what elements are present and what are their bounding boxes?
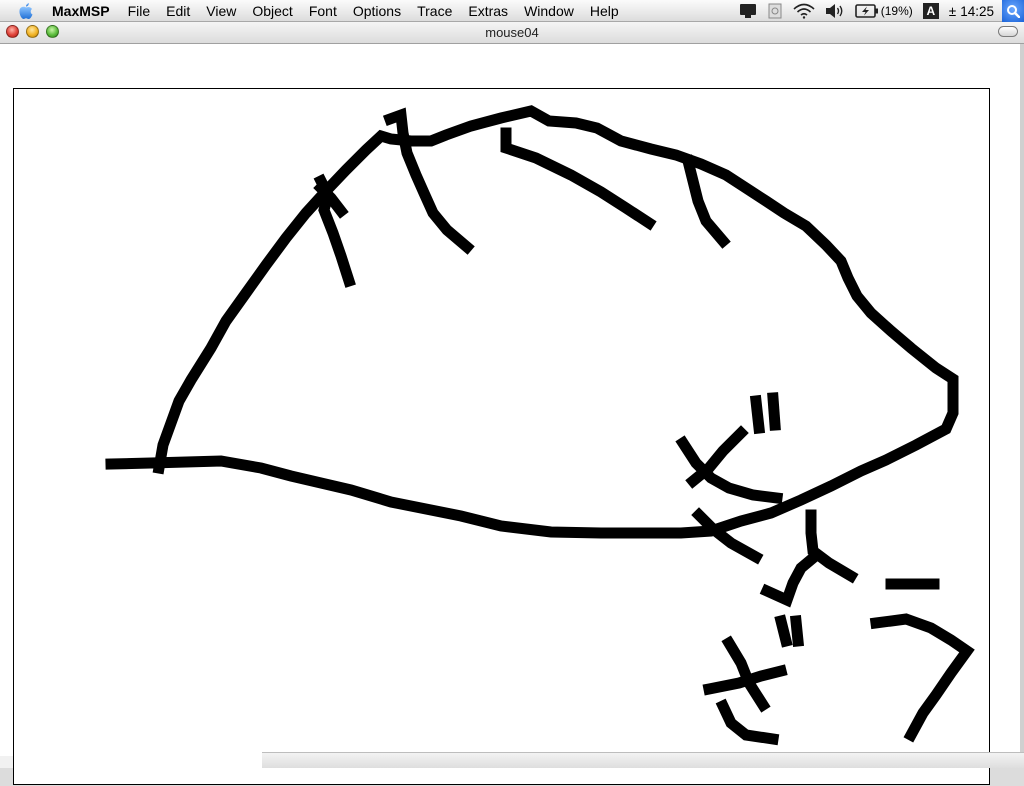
pen-stroke [789, 614, 805, 648]
menu-options[interactable]: Options [345, 0, 409, 22]
battery-indicator[interactable]: (19%) [854, 0, 913, 22]
pen-stroke [715, 698, 780, 746]
menu-file[interactable]: File [120, 0, 159, 22]
title-bar[interactable]: mouse04 [0, 22, 1024, 44]
pen-stroke [767, 392, 781, 431]
drawing-strokes [105, 105, 975, 746]
clock-time: 14:25 [960, 3, 994, 19]
window-edge [1020, 44, 1024, 756]
status-area: (19%) A ± 14:25 [734, 0, 1024, 22]
apple-icon[interactable] [16, 1, 36, 21]
menu-view[interactable]: View [198, 0, 244, 22]
menu-items: MaxMSP File Edit View Object Font Options Trace… [52, 0, 627, 22]
menu-trace[interactable]: Trace [409, 0, 460, 22]
script-icon[interactable] [767, 0, 783, 22]
menu-edit[interactable]: Edit [158, 0, 198, 22]
pen-stroke [869, 613, 975, 743]
input-menu[interactable]: A [922, 0, 939, 22]
clock-prefix: ± [948, 3, 957, 19]
screen-icon[interactable] [739, 0, 757, 22]
menu-font[interactable]: Font [301, 0, 345, 22]
pen-stroke [759, 550, 821, 608]
battery-icon [854, 4, 879, 18]
menu-maxmsp[interactable]: MaxMSP [52, 0, 118, 22]
volume-icon[interactable] [825, 0, 845, 22]
patcher-window: mouse04 [0, 22, 1024, 785]
lcd-drawing-area[interactable] [13, 88, 990, 785]
menu-extras[interactable]: Extras [460, 0, 516, 22]
battery-percent: (19%) [880, 4, 913, 18]
spotlight-icon[interactable] [1002, 0, 1024, 22]
window-title: mouse04 [485, 25, 539, 40]
menubar-clock[interactable]: ± 14:25 [949, 0, 994, 22]
wifi-icon[interactable] [793, 0, 815, 22]
pen-stroke [805, 509, 859, 584]
menu-window[interactable]: Window [516, 0, 582, 22]
pen-stroke [749, 394, 766, 435]
pen-stroke [774, 614, 793, 648]
patcher-canvas[interactable] [0, 44, 1024, 785]
pen-stroke [685, 425, 749, 489]
horizontal-scrollbar[interactable] [262, 752, 1024, 768]
menu-help[interactable]: Help [582, 0, 627, 22]
toolbar-toggle-button[interactable] [998, 26, 1018, 37]
input-menu-letter: A [922, 3, 939, 19]
menu-object[interactable]: Object [244, 0, 300, 22]
pen-stroke [105, 105, 959, 539]
menu-bar: MaxMSP File Edit View Object Font Options Trace… [0, 0, 1024, 22]
